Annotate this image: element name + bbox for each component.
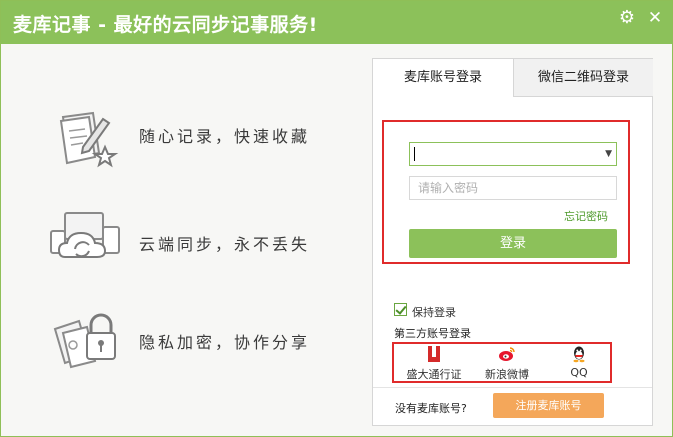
shanda-icon <box>428 346 440 362</box>
keep-login-label: 保持登录 <box>412 306 456 319</box>
text-caret <box>414 147 415 161</box>
no-account-prompt: 没有麦库账号? <box>395 402 467 415</box>
provider-label: 新浪微博 <box>485 368 529 381</box>
third-party-login-label: 第三方账号登录 <box>394 327 471 340</box>
tab-account-login[interactable]: 麦库账号登录 <box>373 59 513 97</box>
note-pencil-star-icon <box>59 111 119 168</box>
forgot-password-link[interactable]: 忘记密码 <box>564 208 608 224</box>
third-party-providers: 盛大通行证 新浪微博 QQ <box>392 342 612 383</box>
feature-privacy: 隐私加密，协作分享 <box>49 307 349 377</box>
feature-label: 隐私加密，协作分享 <box>139 333 311 352</box>
close-icon[interactable]: ✕ <box>644 7 666 29</box>
register-button[interactable]: 注册麦库账号 <box>493 393 604 418</box>
feature-record: 随心记录，快速收藏 <box>49 103 349 173</box>
account-input[interactable]: ▼ <box>409 142 617 166</box>
feature-sync: 云端同步，永不丢失 <box>49 205 349 275</box>
login-form-highlight: ▼ 请输入密码 忘记密码 登录 <box>382 120 630 264</box>
provider-label: 盛大通行证 <box>406 368 462 381</box>
gear-icon[interactable]: ⚙ <box>616 7 638 29</box>
checkbox-checked-icon[interactable] <box>394 303 407 316</box>
padlock-documents-icon <box>53 313 116 369</box>
window-title: 麦库记事 - 最好的云同步记事服务! <box>13 14 318 36</box>
tab-wechat-qr-login[interactable]: 微信二维码登录 <box>513 59 653 97</box>
login-button[interactable]: 登录 <box>409 229 617 258</box>
login-panel: 麦库账号登录 微信二维码登录 ▼ 请输入密码 忘记密码 登录 保持登录 第三方账… <box>372 58 653 426</box>
title-bar[interactable]: 麦库记事 - 最好的云同步记事服务! ⚙ ✕ <box>1 1 672 44</box>
feature-label: 云端同步，永不丢失 <box>139 235 311 254</box>
weibo-icon <box>499 347 515 361</box>
feature-label: 随心记录，快速收藏 <box>139 127 311 146</box>
login-window: 麦库记事 - 最好的云同步记事服务! ⚙ ✕ 随心记录，快速收藏 云端同步，永不… <box>0 0 673 437</box>
provider-weibo[interactable]: 新浪微博 <box>472 345 542 382</box>
provider-label: QQ <box>570 366 588 379</box>
divider <box>373 387 652 388</box>
cloud-sync-devices-icon <box>50 212 120 258</box>
password-input[interactable]: 请输入密码 <box>409 176 617 200</box>
provider-qq[interactable]: QQ <box>544 345 614 382</box>
provider-shanda[interactable]: 盛大通行证 <box>399 345 469 382</box>
chevron-down-icon[interactable]: ▼ <box>605 149 612 159</box>
qq-penguin-icon <box>573 346 585 363</box>
